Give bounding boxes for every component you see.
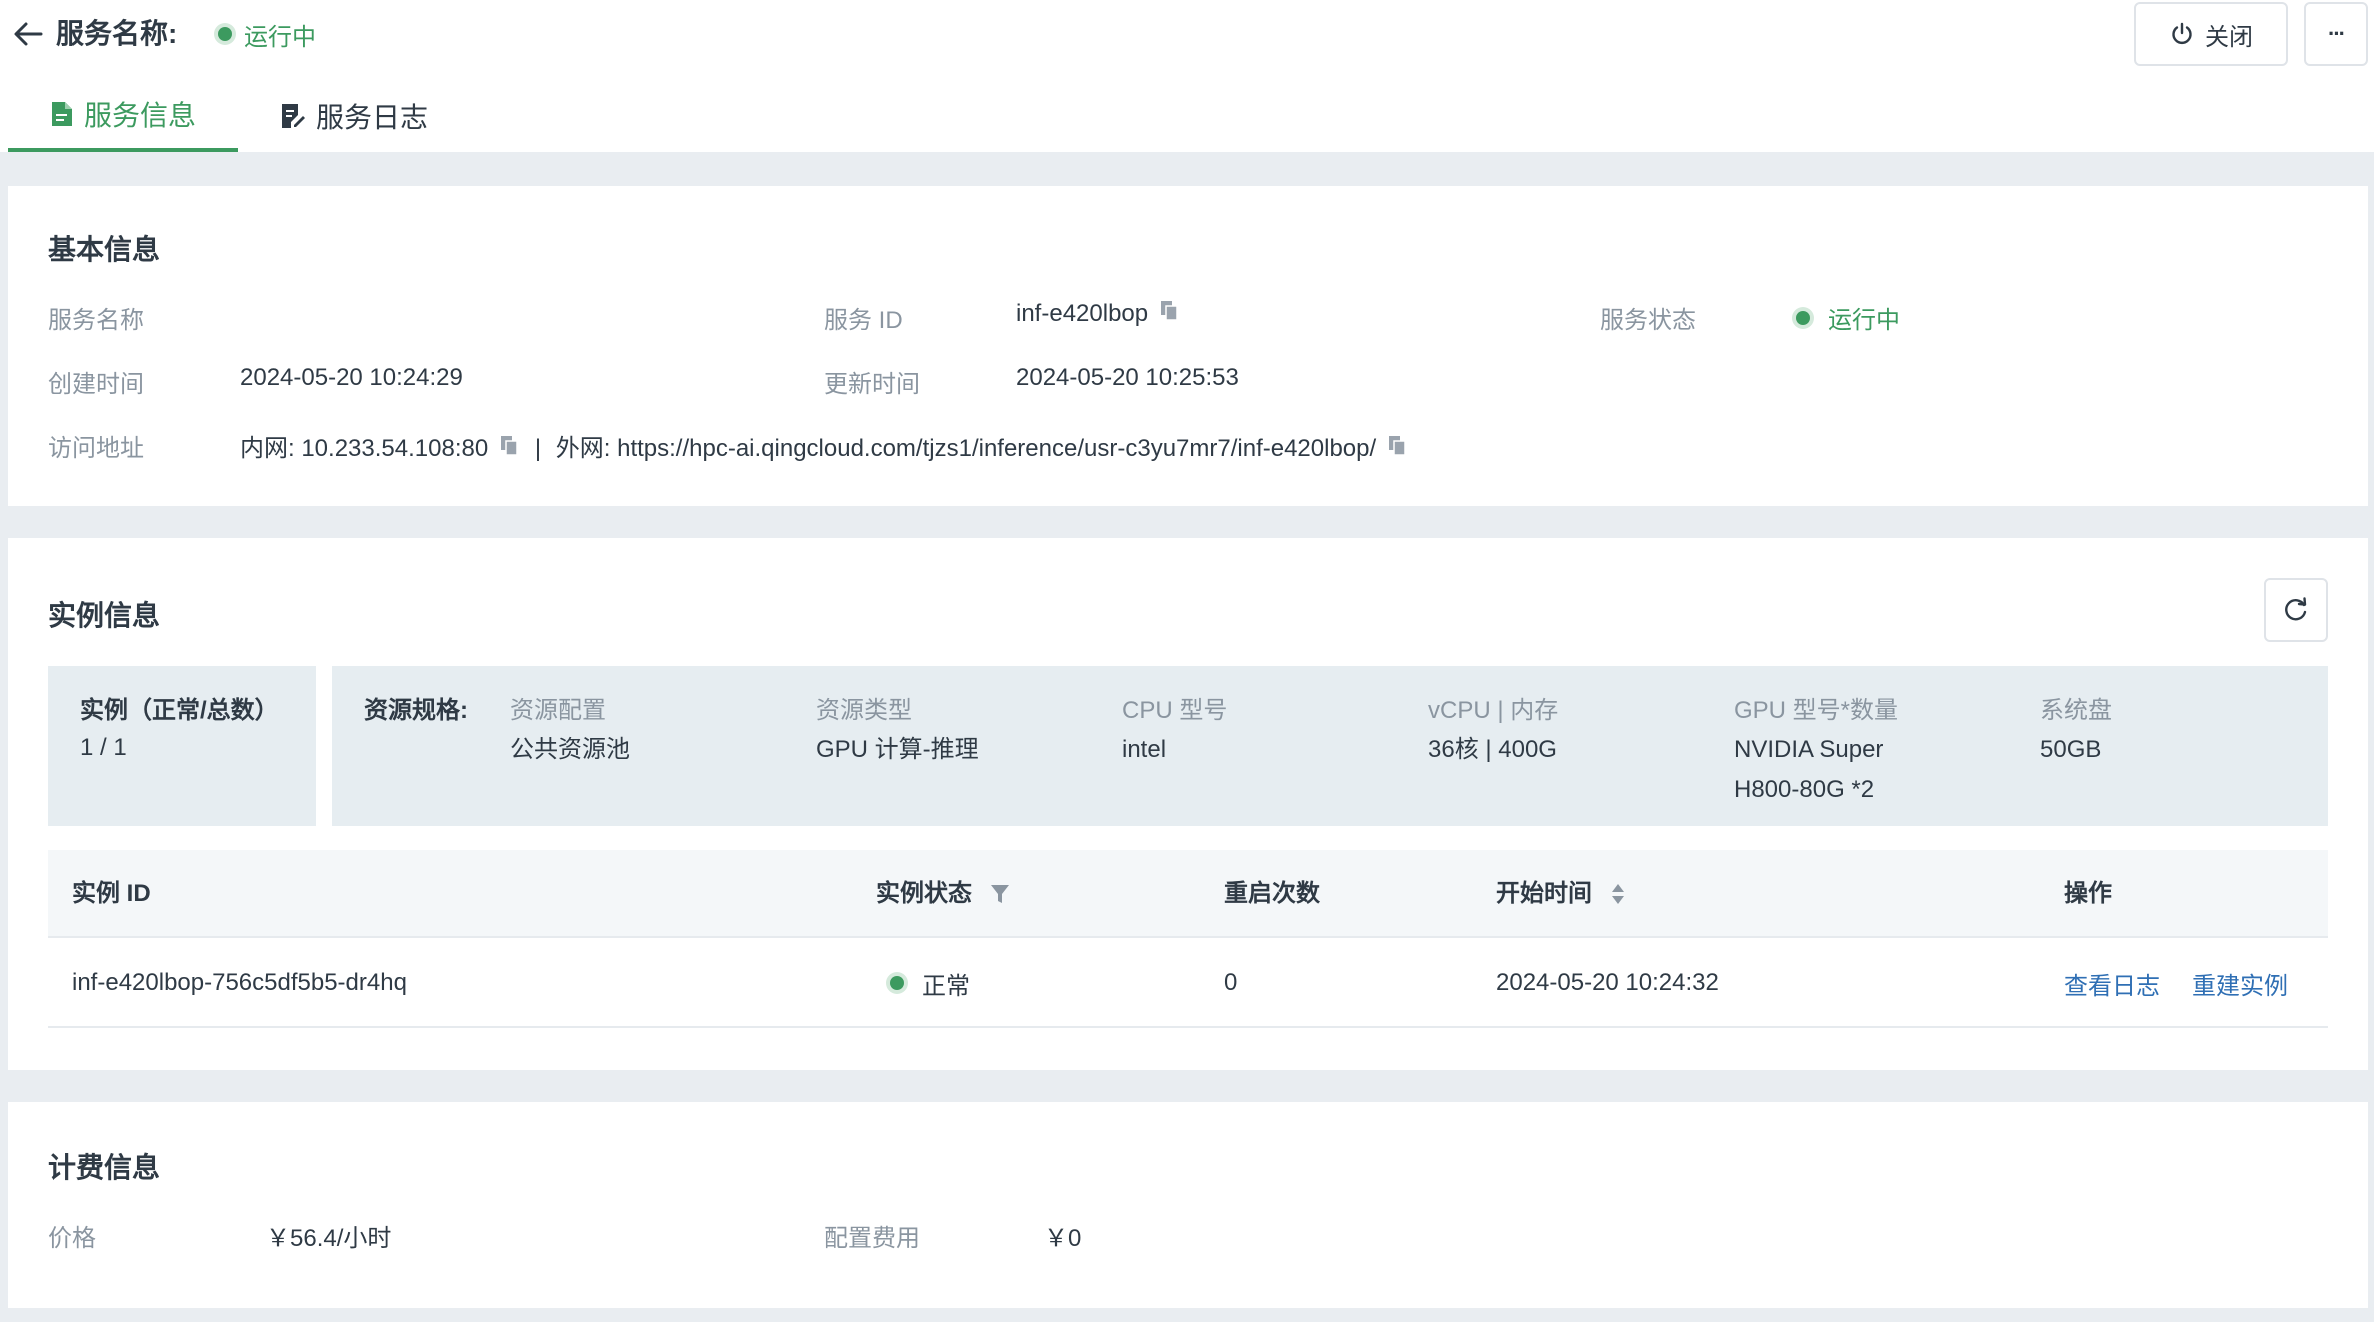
copy-service-id-icon[interactable] [1160,300,1180,329]
copy-internal-address-icon[interactable] [500,435,520,464]
service-id-value: inf-e420lbop [1016,300,1149,327]
sort-icon[interactable] [1610,882,1626,906]
instance-id-cell: inf-e420lbop-756c5df5b5-dr4hq [72,969,407,996]
tab-service-info[interactable]: 服务信息 [8,80,239,152]
table-header: 实例 ID 实例状态 重启次数 开始时间 操作 [48,850,2328,938]
billing-info-card: 计费信息 价格 ￥56.4/小时 配置费用 ￥0 [8,1102,2368,1308]
basic-info-card: 基本信息 服务名称 服务 ID inf-e420lbop 服务状态 运行中 创建… [8,186,2368,506]
refresh-icon [2285,597,2307,621]
spec-value-vcpu-memory: 36核 | 400G [1428,736,1557,763]
back-button[interactable] [8,14,48,54]
instance-info-title: 实例信息 [48,600,161,631]
view-logs-link[interactable]: 查看日志 [2064,938,2160,1028]
start-time-cell: 2024-05-20 10:24:32 [1496,969,1719,996]
tab-service-logs[interactable]: 服务日志 [238,80,470,152]
service-name-label: 服务名称 [48,307,144,334]
close-button-label: 关闭 [2205,23,2253,51]
arrow-left-icon [14,22,43,46]
top-bar: 服务名称: 运行中 关闭 ··· 服务信息 服务日志 [0,0,2374,152]
service-id-field: inf-e420lbop [1016,300,1180,329]
config-fee-value: ￥0 [1044,1225,1082,1252]
billing-info-title: 计费信息 [48,1152,161,1183]
column-header-start-time: 开始时间 [1496,850,1626,938]
instance-count-title: 实例（正常/总数） [80,697,279,724]
access-address-label: 访问地址 [48,435,144,462]
spec-label-resource-type: 资源类型 [816,697,912,724]
restart-count-cell: 0 [1224,969,1238,996]
column-header-restarts: 重启次数 [1224,880,1320,907]
more-options-button[interactable]: ··· [2304,2,2368,66]
created-time-value: 2024-05-20 10:24:29 [240,364,463,391]
rebuild-instance-link[interactable]: 重建实例 [2192,938,2288,1028]
spec-value-resource-type: GPU 计算-推理 [816,736,979,763]
instance-status-cell: 正常 [890,938,970,1028]
service-status-badge: 运行中 [1796,300,1900,335]
spec-value-gpu-model: NVIDIA Super H800-80G *2 [1734,736,1884,803]
spec-label-vcpu-memory: vCPU | 内存 [1428,697,1559,724]
column-header-actions: 操作 [2064,880,2112,907]
spec-label-system-disk: 系统盘 [2040,697,2112,724]
spec-value-cpu-model: intel [1122,736,1167,763]
power-icon [2172,22,2192,45]
status-dot-icon [890,976,904,990]
column-header-instance-id: 实例 ID [72,880,151,907]
service-status-label: 服务状态 [1600,307,1696,334]
spec-label-resource-config: 资源配置 [510,697,606,724]
more-dots-icon: ··· [2328,21,2346,46]
basic-info-title: 基本信息 [48,234,161,265]
external-address-value: 外网: https://hpc-ai.qingcloud.com/tjzs1/i… [555,435,1377,462]
instance-status-text: 正常 [922,972,970,1000]
page-title: 服务名称: [56,18,178,49]
address-separator: | [534,435,542,462]
table-row: inf-e420lbop-756c5df5b5-dr4hq 正常 0 2024-… [48,938,2328,1028]
updated-time-value: 2024-05-20 10:25:53 [1016,364,1239,391]
spec-value-resource-config: 公共资源池 [510,736,630,763]
document-icon [52,102,72,126]
tab-service-logs-label: 服务日志 [316,102,429,133]
spec-value-system-disk: 50GB [2040,736,2102,763]
refresh-button[interactable] [2264,578,2328,642]
service-status-value: 运行中 [1828,307,1900,334]
instance-info-card: 实例信息 实例（正常/总数） 1 / 1 资源规格: 资源配置 公共资源池 资源… [8,538,2368,1070]
service-id-label: 服务 ID [824,307,903,334]
config-fee-label: 配置费用 [824,1225,920,1252]
internal-address-value: 内网: 10.233.54.108:80 [240,435,489,462]
resource-spec-summary: 资源规格: 资源配置 公共资源池 资源类型 GPU 计算-推理 CPU 型号 i… [332,666,2328,826]
status-dot-icon [1796,310,1810,325]
spec-label-cpu-model: CPU 型号 [1122,697,1228,724]
tab-service-info-label: 服务信息 [84,100,197,131]
filter-icon[interactable] [990,883,1010,905]
instance-count-summary: 实例（正常/总数） 1 / 1 [48,666,316,826]
price-value: ￥56.4/小时 [266,1225,392,1252]
spec-label-gpu-model: GPU 型号*数量 [1734,697,1899,724]
status-dot-icon [218,27,232,41]
header-status-badge: 运行中 [218,14,316,54]
column-header-status: 实例状态 [876,850,1010,938]
header-status-text: 运行中 [244,23,316,51]
instance-count-value: 1 / 1 [80,734,127,761]
column-header-status-label: 实例状态 [876,880,972,907]
log-edit-icon [282,104,306,128]
copy-external-address-icon[interactable] [1388,435,1408,464]
close-service-button[interactable]: 关闭 [2134,2,2288,66]
tab-bar: 服务信息 服务日志 [8,80,470,152]
updated-time-label: 更新时间 [824,371,920,398]
access-address-field: 内网: 10.233.54.108:80 | 外网: https://hpc-a… [240,428,1408,464]
price-label: 价格 [48,1225,96,1252]
resource-spec-title: 资源规格: [364,697,468,724]
instance-table: 实例 ID 实例状态 重启次数 开始时间 操作 inf-e420lbop-756… [48,850,2328,1028]
created-time-label: 创建时间 [48,371,144,398]
column-header-start-time-label: 开始时间 [1496,880,1592,907]
